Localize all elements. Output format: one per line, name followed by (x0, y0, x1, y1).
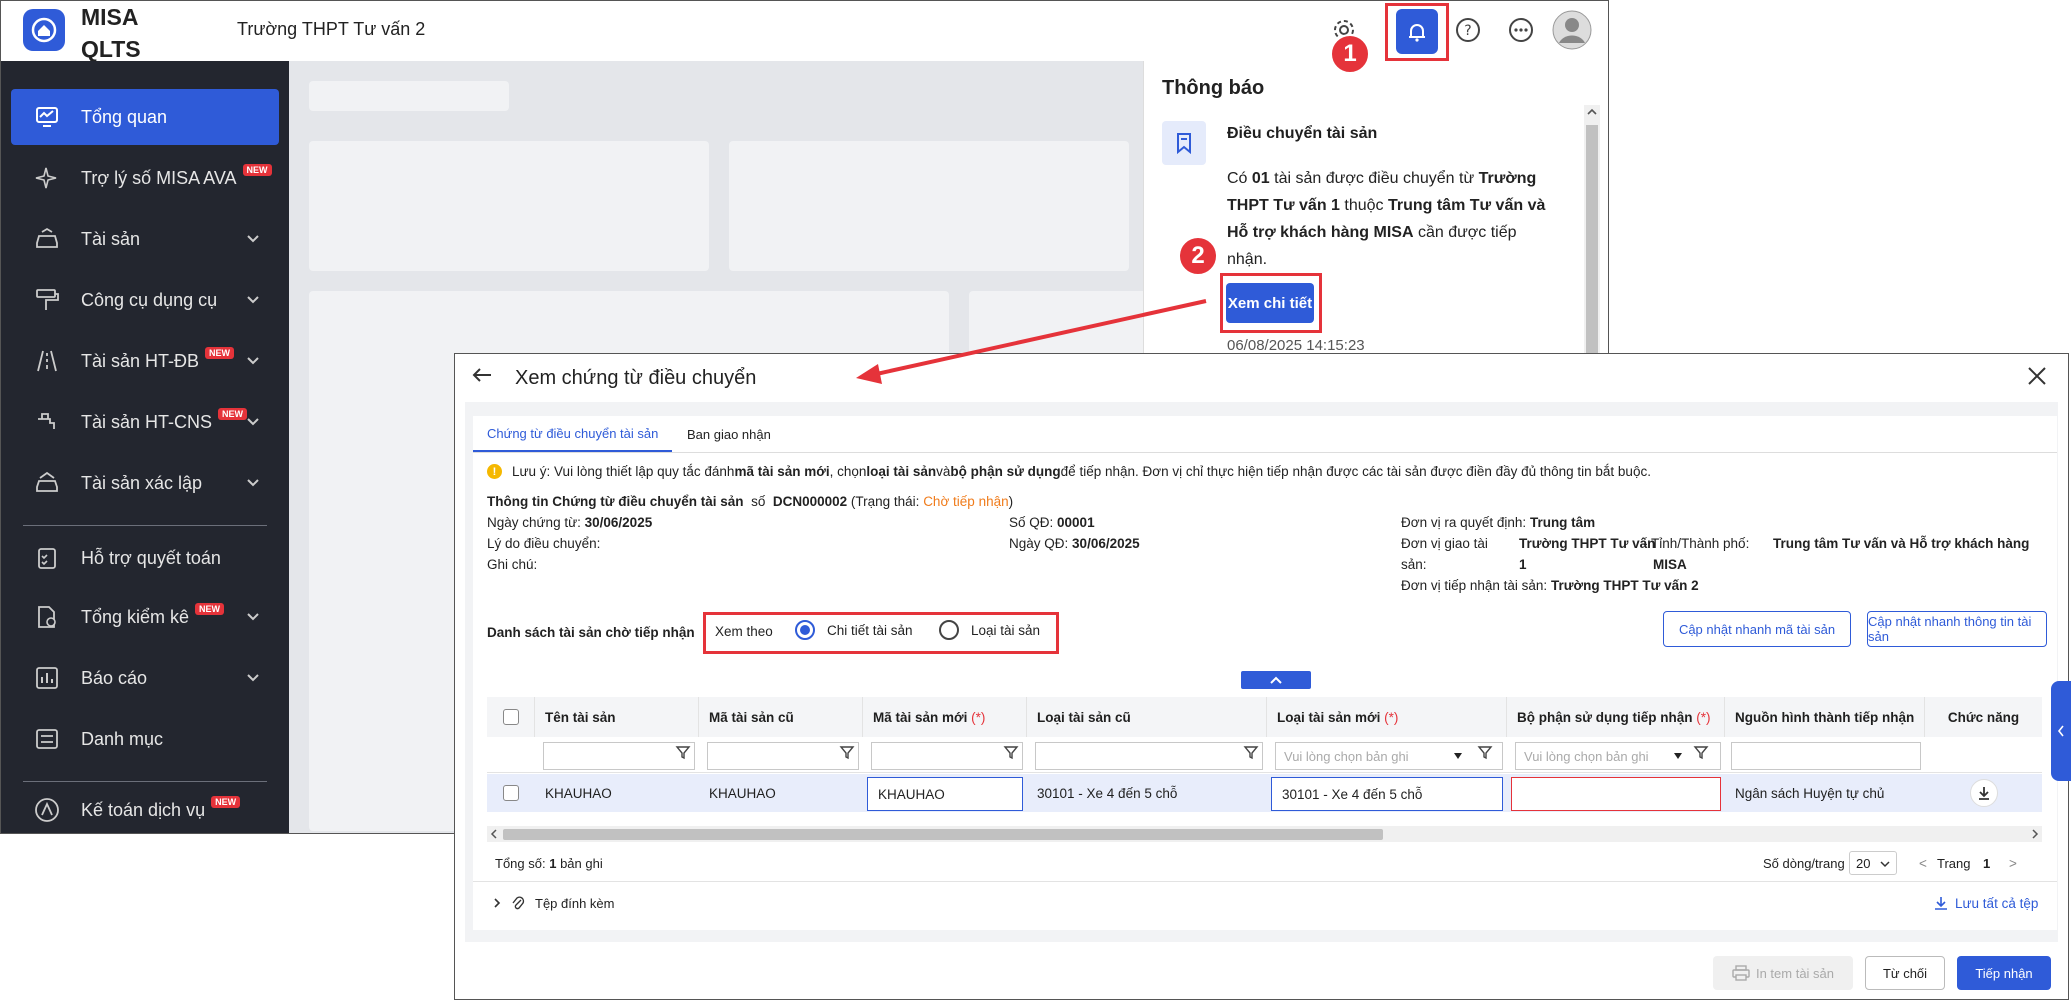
annotation-arrow (856, 299, 1207, 384)
